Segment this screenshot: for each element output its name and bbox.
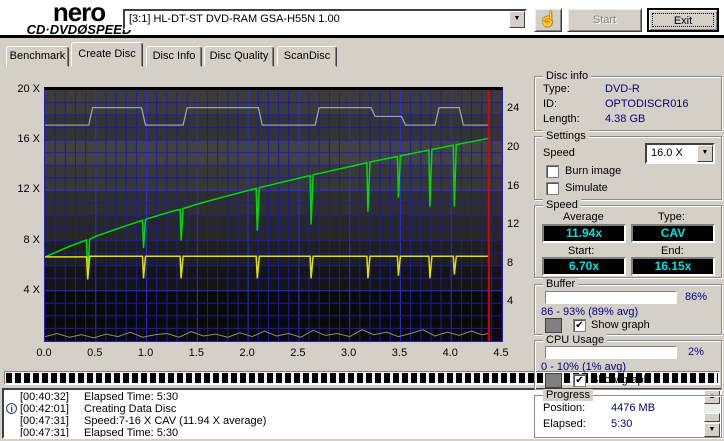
buffer-range: 86 - 93% (89% avg) [541, 306, 639, 318]
end-speed-lcd: 16.15x [631, 257, 715, 276]
speed-type-lcd: CAV [631, 224, 715, 243]
start-speed-lcd: 6.70x [542, 257, 626, 276]
speed-chart-plot-area [44, 87, 503, 342]
eject-hand-button[interactable]: ☝ [534, 8, 562, 32]
y-axis-left-tick: 16 X [17, 133, 40, 146]
buffer-bar [545, 291, 677, 304]
speed-select-dropdown-arrow-icon[interactable]: ▼ [697, 145, 713, 162]
start-button[interactable]: Start [567, 8, 642, 32]
exit-button[interactable]: Exit [647, 8, 719, 32]
cpu-range: 0 - 10% (1% avg) [541, 361, 626, 373]
buffer-title: Buffer [543, 278, 579, 290]
y-axis-right-tick: 8 [507, 256, 514, 269]
buffer-color-swatch [545, 318, 562, 333]
tab-disc-quality[interactable]: Disc Quality [204, 46, 274, 67]
speed-groupbox: Speed Average Type: 11.94x CAV Start: En… [534, 199, 722, 278]
x-axis-tick: 3.5 [391, 347, 408, 359]
x-axis-tick: 3.0 [341, 347, 357, 359]
buffer-show-graph-checkbox[interactable]: ✔ [573, 319, 586, 332]
progress-groupbox: Progress Position: 4476 MB Elapsed: 5:30 [534, 389, 722, 438]
cpu-usage-groupbox: CPU Usage 2% 0 - 10% (1% avg) ✔ Show gra… [534, 334, 722, 390]
y-axis-left-tick: 4 X [23, 283, 40, 296]
position-value: 4476 MB [611, 402, 656, 414]
speed-title: Speed [543, 199, 581, 211]
hand-icon: ☝ [538, 11, 558, 28]
y-axis-left-tick: 12 X [17, 183, 40, 196]
y-axis-left-tick: 20 X [17, 83, 40, 95]
elapsed-value: 5:30 [611, 418, 633, 430]
disc-length-value: 4.38 GB [605, 113, 646, 125]
y-axis-right-tick: 24 [507, 102, 520, 115]
x-axis-tick: 1.0 [137, 347, 154, 359]
y-axis-right-tick: 20 [507, 140, 520, 153]
x-axis-tick: 2.0 [239, 347, 255, 359]
tab-disc-info[interactable]: Disc Info [146, 46, 202, 67]
simulate-checkbox[interactable] [546, 182, 559, 195]
x-axis-tick: 4.5 [493, 347, 509, 359]
drive-select-combobox[interactable]: [3:1] HL-DT-ST DVD-RAM GSA-H55N 1.00 ▼ [123, 9, 527, 30]
y-axis-left-tick: 8 X [23, 233, 40, 246]
cpu-show-graph-checkbox[interactable]: ✔ [573, 374, 586, 387]
tab-create-disc[interactable]: Create Disc [71, 42, 143, 67]
buffer-percent: 86% [685, 291, 708, 303]
disc-type-value: DVD-R [605, 83, 640, 95]
y-axis-right-tick: 16 [507, 179, 520, 192]
burn-image-checkbox[interactable] [546, 165, 559, 178]
info-icon: i [4, 401, 19, 416]
x-axis-tick: 2.5 [290, 347, 306, 359]
settings-title: Settings [543, 130, 589, 142]
tab-benchmark[interactable]: Benchmark [6, 46, 69, 67]
x-axis-tick: 4.0 [442, 347, 458, 359]
y-axis-right-tick: 12 [507, 218, 520, 231]
cpu-color-swatch [545, 373, 562, 388]
buffer-groupbox: Buffer 86% 86 - 93% (89% avg) ✔ Show gra… [534, 278, 722, 335]
x-axis-tick: 0.5 [87, 347, 103, 359]
drive-select-value: [3:1] HL-DT-ST DVD-RAM GSA-H55N 1.00 [129, 13, 340, 25]
cpu-usage-title: CPU Usage [543, 334, 608, 346]
x-axis-tick: 1.5 [188, 347, 204, 359]
disc-info-groupbox: Disc info Type: DVD-R ID: OPTODISCR016 L… [534, 70, 722, 131]
tab-scandisc[interactable]: ScanDisc [277, 46, 337, 67]
x-axis-tick: 0.0 [36, 347, 52, 359]
disc-info-title: Disc info [543, 70, 592, 82]
cpu-bar [545, 346, 677, 359]
speed-chart-series [45, 90, 502, 341]
disc-id-value: OPTODISCR016 [605, 98, 689, 110]
cpu-percent: 2% [688, 346, 704, 358]
y-axis-right-tick: 4 [507, 295, 514, 308]
header-bar: nero CD·DVDØSPEED [3:1] HL-DT-ST DVD-RAM… [0, 0, 724, 38]
nero-cd-dvd-speed-window: nero CD·DVDØSPEED [3:1] HL-DT-ST DVD-RAM… [0, 0, 724, 441]
speed-select-combobox[interactable]: 16.0 X ▼ [645, 143, 715, 164]
drive-select-dropdown-arrow-icon[interactable]: ▼ [509, 11, 525, 28]
average-speed-lcd: 11.94x [542, 224, 626, 243]
progress-title: Progress [543, 389, 594, 401]
speed-select-value: 16.0 X [651, 147, 683, 159]
